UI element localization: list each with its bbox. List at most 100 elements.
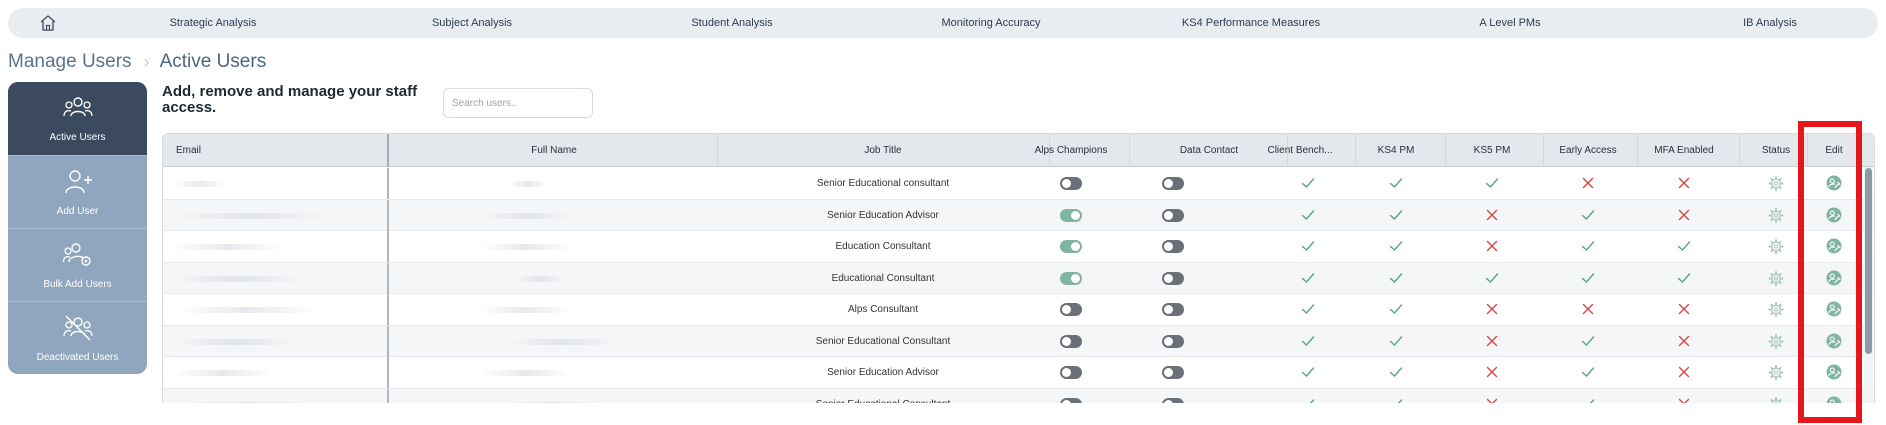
top-navigation: Strategic Analysis Subject Analysis Stud… <box>8 8 1878 38</box>
gear-icon[interactable] <box>1768 207 1784 223</box>
column-resizer[interactable] <box>387 294 389 325</box>
gear-icon[interactable] <box>1768 270 1784 286</box>
check-icon <box>1389 178 1403 188</box>
sidebar-item-deactivated-users[interactable]: Deactivated Users <box>8 302 147 374</box>
header-data-contact[interactable]: Data Contact <box>1180 134 1238 167</box>
cross-icon <box>1582 303 1594 315</box>
search-input[interactable] <box>443 88 593 118</box>
header-mfa-enabled[interactable]: MFA Enabled <box>1654 134 1713 167</box>
breadcrumb-manage-users[interactable]: Manage Users <box>8 51 132 73</box>
nav-subject-analysis[interactable]: Subject Analysis <box>432 8 512 38</box>
alps-champion-toggle[interactable] <box>1060 177 1082 190</box>
edit-user-icon[interactable] <box>1826 333 1842 349</box>
header-client-bench[interactable]: Client Bench... <box>1267 134 1332 167</box>
header-alps-champions[interactable]: Alps Champions <box>1035 134 1108 167</box>
edit-user-icon[interactable] <box>1826 396 1842 404</box>
redacted-full-name <box>503 401 603 403</box>
gear-icon[interactable] <box>1768 239 1784 254</box>
redacted-full-name <box>481 307 571 313</box>
table-row[interactable]: Senior Educational Consultant <box>163 388 1874 404</box>
cross-icon <box>1582 177 1594 189</box>
alps-champion-toggle[interactable] <box>1060 334 1082 348</box>
data-contact-toggle[interactable] <box>1162 397 1184 403</box>
table-row[interactable]: Senior Education Advisor <box>163 357 1874 389</box>
gear-icon[interactable] <box>1768 302 1784 317</box>
header-job-title[interactable]: Job Title <box>864 134 901 167</box>
table-scrollbar-thumb[interactable] <box>1865 168 1872 354</box>
column-divider <box>1445 134 1446 167</box>
data-contact-toggle[interactable] <box>1162 334 1184 348</box>
column-resizer[interactable] <box>387 168 389 199</box>
header-full-name[interactable]: Full Name <box>531 134 577 167</box>
check-icon <box>1389 209 1403 220</box>
nav-a-level-pms[interactable]: A Level PMs <box>1479 8 1540 38</box>
table-row[interactable]: Educational Consultant <box>163 262 1874 294</box>
redacted-full-name <box>481 212 571 219</box>
alps-champion-toggle[interactable] <box>1060 366 1082 379</box>
data-contact-toggle[interactable] <box>1162 240 1184 253</box>
cross-icon <box>1678 366 1690 378</box>
edit-user-icon[interactable] <box>1826 364 1842 380</box>
table-row[interactable]: Alps Consultant <box>163 294 1874 326</box>
gear-icon[interactable] <box>1768 365 1784 380</box>
redacted-email <box>173 181 228 187</box>
data-contact-toggle[interactable] <box>1162 303 1184 316</box>
nav-ib-analysis[interactable]: IB Analysis <box>1743 8 1797 38</box>
nav-student-analysis[interactable]: Student Analysis <box>691 8 772 38</box>
sidebar-item-add-user[interactable]: Add User <box>8 156 147 229</box>
column-resizer[interactable] <box>387 388 389 403</box>
redacted-email <box>177 307 317 313</box>
data-contact-toggle[interactable] <box>1162 271 1184 285</box>
column-resizer[interactable] <box>387 357 389 388</box>
chevron-right-icon: › <box>143 51 150 72</box>
column-resizer[interactable] <box>387 262 389 294</box>
header-early-access[interactable]: Early Access <box>1559 134 1616 167</box>
sidebar: Active Users Add User Bulk Add Users Dea… <box>8 82 147 374</box>
edit-user-icon[interactable] <box>1826 270 1842 286</box>
gear-icon[interactable] <box>1768 176 1784 191</box>
data-contact-toggle[interactable] <box>1162 366 1184 379</box>
table-row[interactable]: Senior Education Advisor <box>163 199 1874 231</box>
data-contact-toggle[interactable] <box>1162 208 1184 222</box>
sidebar-item-active-users[interactable]: Active Users <box>8 82 147 155</box>
header-status[interactable]: Status <box>1762 134 1790 167</box>
edit-user-icon[interactable] <box>1826 207 1842 223</box>
header-ks5-pm[interactable]: KS5 PM <box>1474 134 1511 167</box>
alps-champion-toggle[interactable] <box>1060 208 1082 222</box>
alps-champion-toggle[interactable] <box>1060 240 1082 253</box>
alps-champion-toggle[interactable] <box>1060 271 1082 285</box>
table-row[interactable]: Senior Educational Consultant <box>163 325 1874 357</box>
nav-monitoring-accuracy[interactable]: Monitoring Accuracy <box>941 8 1040 38</box>
job-title-cell: Educational Consultant <box>831 272 935 284</box>
column-resizer[interactable] <box>387 134 389 167</box>
sidebar-item-bulk-add-users[interactable]: Bulk Add Users <box>8 229 147 302</box>
redacted-full-name <box>481 244 571 250</box>
header-ks4-pm[interactable]: KS4 PM <box>1378 134 1415 167</box>
edit-user-icon[interactable] <box>1826 238 1842 254</box>
sidebar-item-label: Active Users <box>49 132 106 143</box>
check-icon <box>1581 335 1595 346</box>
column-resizer[interactable] <box>387 199 389 231</box>
data-contact-toggle[interactable] <box>1162 177 1184 190</box>
table-row[interactable]: Education Consultant <box>163 231 1874 263</box>
edit-user-icon[interactable] <box>1826 301 1842 317</box>
users-gear-icon <box>62 243 91 266</box>
nav-ks4-performance-measures[interactable]: KS4 Performance Measures <box>1182 8 1320 38</box>
table-row[interactable]: Senior Educational consultant <box>163 168 1874 200</box>
check-icon <box>1301 367 1315 377</box>
header-email[interactable]: Email <box>176 134 201 167</box>
gear-icon[interactable] <box>1769 396 1784 404</box>
job-title-cell: Alps Consultant <box>847 304 919 315</box>
check-icon <box>1301 335 1315 346</box>
gear-icon[interactable] <box>1768 333 1784 349</box>
nav-strategic-analysis[interactable]: Strategic Analysis <box>170 8 257 38</box>
column-resizer[interactable] <box>387 231 389 262</box>
edit-user-icon[interactable] <box>1826 175 1842 191</box>
column-resizer[interactable] <box>387 325 389 357</box>
check-icon <box>1581 241 1595 251</box>
redacted-email <box>173 401 323 403</box>
home-icon[interactable] <box>38 13 58 33</box>
check-icon <box>1581 272 1595 283</box>
alps-champion-toggle[interactable] <box>1060 303 1082 316</box>
alps-champion-toggle[interactable] <box>1060 397 1082 403</box>
